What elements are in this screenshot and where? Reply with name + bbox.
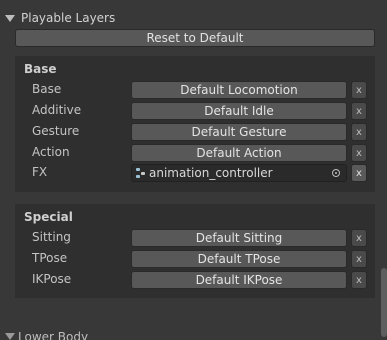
- sitting-layer-button[interactable]: Default Sitting: [131, 229, 347, 247]
- ikpose-layer-button[interactable]: Default IKPose: [131, 271, 347, 289]
- special-layers-panel: Special Sitting Default Sitting x TPose …: [15, 204, 375, 298]
- layer-row-gesture: Gesture Default Gesture x: [15, 123, 375, 141]
- layer-row-ikpose: IKPose Default IKPose x: [15, 271, 375, 289]
- layer-row-sitting: Sitting Default Sitting x: [15, 229, 375, 247]
- tpose-layer-button[interactable]: Default TPose: [131, 250, 347, 268]
- row-label: Gesture: [32, 124, 80, 138]
- clear-button[interactable]: x: [351, 229, 367, 247]
- action-layer-button[interactable]: Default Action: [131, 144, 347, 162]
- reset-to-default-button[interactable]: Reset to Default: [15, 29, 375, 47]
- clear-button[interactable]: x: [351, 123, 367, 141]
- base-layers-panel: Base Base Default Locomotion x Additive …: [15, 56, 375, 192]
- clear-button[interactable]: x: [351, 81, 367, 99]
- layer-row-fx: FX animation_controller x: [15, 164, 375, 182]
- lower-body-foldout[interactable]: Lower Body: [0, 330, 380, 340]
- animator-controller-icon: [136, 168, 146, 178]
- section-title-special: Special: [24, 210, 73, 224]
- row-label: TPose: [32, 251, 68, 265]
- clear-button[interactable]: x: [351, 144, 367, 162]
- clear-button[interactable]: x: [351, 250, 367, 268]
- playable-layers-foldout[interactable]: Playable Layers: [0, 8, 380, 28]
- foldout-title: Playable Layers: [21, 11, 116, 25]
- row-label: IKPose: [32, 272, 72, 286]
- gesture-layer-button[interactable]: Default Gesture: [131, 123, 347, 141]
- fx-controller-value: animation_controller: [149, 166, 273, 180]
- clear-button[interactable]: x: [351, 271, 367, 289]
- row-label: FX: [32, 165, 48, 179]
- additive-layer-button[interactable]: Default Idle: [131, 102, 347, 120]
- clear-button[interactable]: x: [351, 102, 367, 120]
- clear-button[interactable]: x: [351, 164, 367, 182]
- layer-row-base: Base Default Locomotion x: [15, 81, 375, 99]
- row-label: Action: [32, 145, 70, 159]
- chevron-down-icon[interactable]: [5, 14, 15, 22]
- object-picker-icon[interactable]: [332, 169, 340, 177]
- row-label: Base: [32, 82, 62, 96]
- scrollbar-thumb[interactable]: [381, 268, 387, 337]
- layer-row-additive: Additive Default Idle x: [15, 102, 375, 120]
- fx-controller-field[interactable]: animation_controller: [131, 164, 347, 182]
- layer-row-action: Action Default Action x: [15, 144, 375, 162]
- row-label: Sitting: [32, 230, 71, 244]
- row-label: Additive: [32, 103, 82, 117]
- base-layer-button[interactable]: Default Locomotion: [131, 81, 347, 99]
- section-title-base: Base: [24, 62, 57, 76]
- foldout-title: Lower Body: [18, 330, 89, 340]
- layer-row-tpose: TPose Default TPose x: [15, 250, 375, 268]
